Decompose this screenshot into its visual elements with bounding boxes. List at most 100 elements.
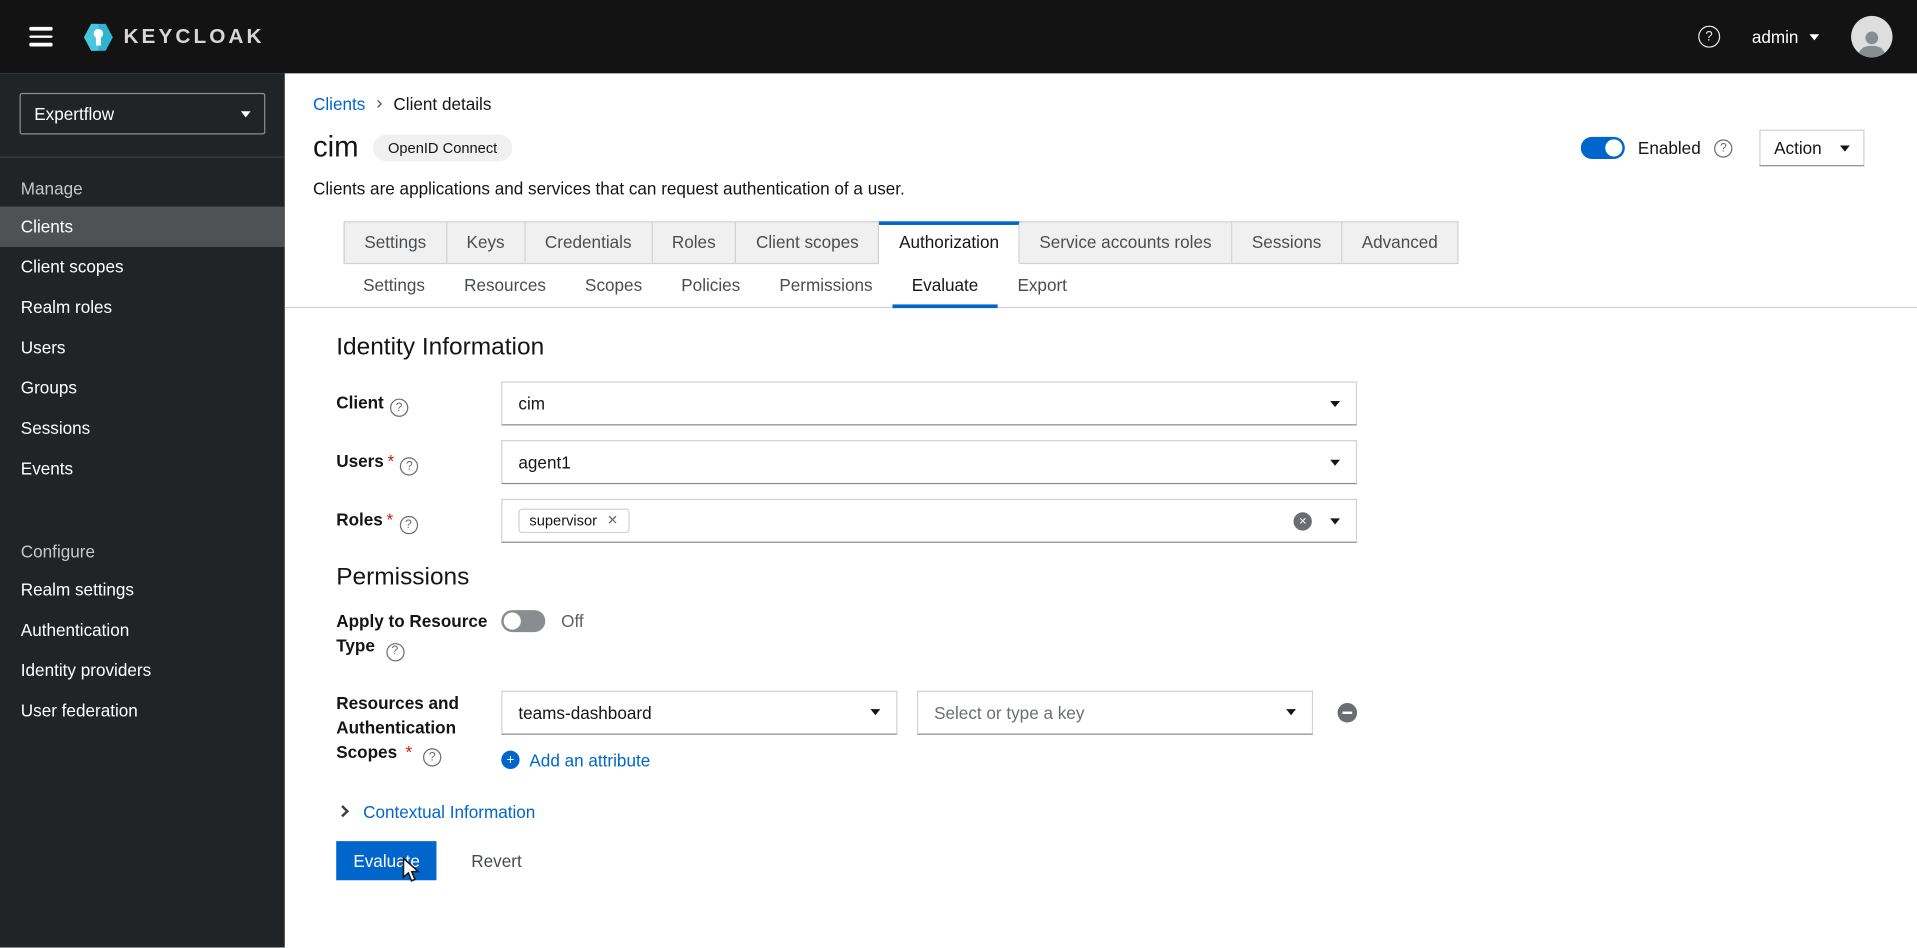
subtab-evaluate[interactable]: Evaluate xyxy=(892,264,998,309)
help-icon[interactable]: ? xyxy=(1698,25,1721,48)
chevron-right-icon xyxy=(336,805,349,818)
authorization-subtabs: Settings Resources Scopes Policies Permi… xyxy=(284,264,1917,309)
revert-button[interactable]: Revert xyxy=(471,850,521,870)
chevron-down-icon xyxy=(1286,709,1296,716)
breadcrumb: Clients › Client details xyxy=(285,73,1917,114)
client-field-row: Client? cim xyxy=(336,381,1917,426)
nav-toggle-icon[interactable] xyxy=(22,20,60,54)
subtab-scopes[interactable]: Scopes xyxy=(565,264,661,308)
tab-advanced[interactable]: Advanced xyxy=(1342,221,1459,265)
sidebar-section-title: Manage xyxy=(20,178,83,199)
help-icon[interactable]: ? xyxy=(389,398,409,418)
users-select[interactable]: agent1 xyxy=(501,440,1358,485)
apply-resource-type-toggle[interactable] xyxy=(501,610,546,633)
subtab-export[interactable]: Export xyxy=(998,264,1087,308)
sidebar-item-events[interactable]: Events xyxy=(0,449,285,489)
roles-multiselect[interactable]: supervisor ✕ ✕ xyxy=(501,498,1358,543)
scope-key-select[interactable]: Select or type a key xyxy=(916,690,1314,735)
keycloak-logo-text: KEYCLOAK xyxy=(123,24,265,48)
enabled-toggle[interactable] xyxy=(1580,136,1625,159)
tab-keys[interactable]: Keys xyxy=(446,221,526,265)
realm-selector[interactable]: Expertflow xyxy=(19,92,266,135)
roles-field-label: Roles *? xyxy=(336,507,501,535)
help-icon[interactable]: ? xyxy=(399,516,418,535)
sidebar-item-clients[interactable]: Clients xyxy=(0,206,285,247)
sidebar-item-authentication[interactable]: Authentication xyxy=(0,610,285,650)
chevron-down-icon xyxy=(870,709,881,716)
subtab-settings[interactable]: Settings xyxy=(344,264,445,308)
breadcrumb-clients-link[interactable]: Clients xyxy=(313,94,365,114)
sidebar-item-realm-settings[interactable]: Realm settings xyxy=(0,570,285,610)
action-dropdown-label: Action xyxy=(1774,138,1822,158)
sidebar-item-user-federation[interactable]: User federation xyxy=(0,691,285,731)
client-select[interactable]: cim xyxy=(501,381,1358,426)
tab-credentials[interactable]: Credentials xyxy=(525,221,653,265)
users-select-value: agent1 xyxy=(518,452,571,472)
resources-scopes-label: Resources and Authentication Scopes * ? xyxy=(336,690,501,767)
user-menu[interactable]: admin xyxy=(1751,26,1820,47)
sidebar-section-title: Configure xyxy=(20,541,95,562)
app-header: KEYCLOAK ? admin xyxy=(0,0,1917,74)
sidebar-item-client-scopes[interactable]: Client scopes xyxy=(0,247,285,287)
sidebar-item-realm-roles[interactable]: Realm roles xyxy=(0,287,285,327)
tab-settings[interactable]: Settings xyxy=(343,221,447,265)
contextual-information-link[interactable]: Contextual Information xyxy=(363,801,535,821)
avatar[interactable] xyxy=(1851,15,1893,58)
plus-circle-icon: + xyxy=(501,750,520,770)
realm-selector-value: Expertflow xyxy=(34,103,115,124)
roles-field-row: Roles *? supervisor ✕ ✕ xyxy=(336,498,1917,543)
add-attribute-link[interactable]: + Add an attribute xyxy=(501,750,650,770)
keycloak-admin-console: KEYCLOAK ? admin Expertflow Manage Clien… xyxy=(0,0,1917,948)
chevron-down-icon xyxy=(1809,33,1820,40)
help-icon[interactable]: ? xyxy=(1714,138,1733,158)
subtab-resources[interactable]: Resources xyxy=(445,264,566,308)
subtab-policies[interactable]: Policies xyxy=(662,264,760,308)
client-tabs: Settings Keys Credentials Roles Client s… xyxy=(343,221,1917,265)
chip-remove-icon[interactable]: ✕ xyxy=(607,513,618,527)
resources-scopes-controls: teams-dashboard Select or type a key + A… xyxy=(501,690,1358,770)
roles-chips: supervisor ✕ xyxy=(518,508,630,534)
sidebar-item-identity-providers[interactable]: Identity providers xyxy=(0,650,285,690)
role-chip-supervisor: supervisor ✕ xyxy=(518,508,630,534)
tab-sessions[interactable]: Sessions xyxy=(1232,221,1343,265)
masthead-right: ? admin xyxy=(1698,15,1895,58)
sidebar-section-manage: Manage Clients Client scopes Realm roles… xyxy=(0,158,285,489)
required-asterisk: * xyxy=(387,450,395,471)
apply-resource-type-control: Off xyxy=(501,609,1357,633)
realm-selector-wrap: Expertflow xyxy=(0,73,285,158)
remove-attribute-icon[interactable] xyxy=(1337,702,1358,722)
tab-authorization[interactable]: Authorization xyxy=(879,221,1020,265)
help-icon[interactable]: ? xyxy=(423,748,442,767)
sidebar: Expertflow Manage Clients Client scopes … xyxy=(0,73,285,948)
action-dropdown[interactable]: Action xyxy=(1759,129,1865,167)
required-asterisk: * xyxy=(386,509,394,530)
tab-client-scopes[interactable]: Client scopes xyxy=(736,221,880,265)
role-chip-label: supervisor xyxy=(529,512,598,530)
page-header-actions: Enabled ? Action xyxy=(1580,129,1865,167)
sidebar-section-configure: Configure Realm settings Authentication … xyxy=(0,521,285,731)
sidebar-item-users[interactable]: Users xyxy=(0,328,285,368)
clear-selection-icon[interactable]: ✕ xyxy=(1293,511,1312,530)
page-title: cim xyxy=(312,130,359,164)
tab-service-accounts-roles[interactable]: Service accounts roles xyxy=(1019,221,1233,265)
help-icon[interactable]: ? xyxy=(385,642,405,661)
breadcrumb-current: Client details xyxy=(393,94,492,114)
evaluate-button[interactable]: Evaluate xyxy=(336,840,438,880)
client-field-label: Client? xyxy=(336,390,501,418)
resource-select-value: teams-dashboard xyxy=(518,702,652,722)
help-icon[interactable]: ? xyxy=(400,457,419,476)
contextual-information-expander[interactable]: Contextual Information xyxy=(336,801,1917,821)
sidebar-item-sessions[interactable]: Sessions xyxy=(0,408,285,448)
resource-select[interactable]: teams-dashboard xyxy=(501,690,898,735)
user-menu-label: admin xyxy=(1751,26,1799,47)
subtab-permissions[interactable]: Permissions xyxy=(760,264,892,308)
apply-resource-type-row: Apply to Resource Type ? Off xyxy=(336,609,1917,661)
sidebar-item-groups[interactable]: Groups xyxy=(0,368,285,408)
protocol-badge: OpenID Connect xyxy=(373,134,512,162)
permissions-heading: Permissions xyxy=(336,563,470,591)
enabled-toggle-label: Enabled xyxy=(1637,138,1701,158)
tab-roles[interactable]: Roles xyxy=(652,221,737,265)
client-description: Clients are applications and services th… xyxy=(312,178,905,199)
chevron-down-icon xyxy=(240,110,251,117)
